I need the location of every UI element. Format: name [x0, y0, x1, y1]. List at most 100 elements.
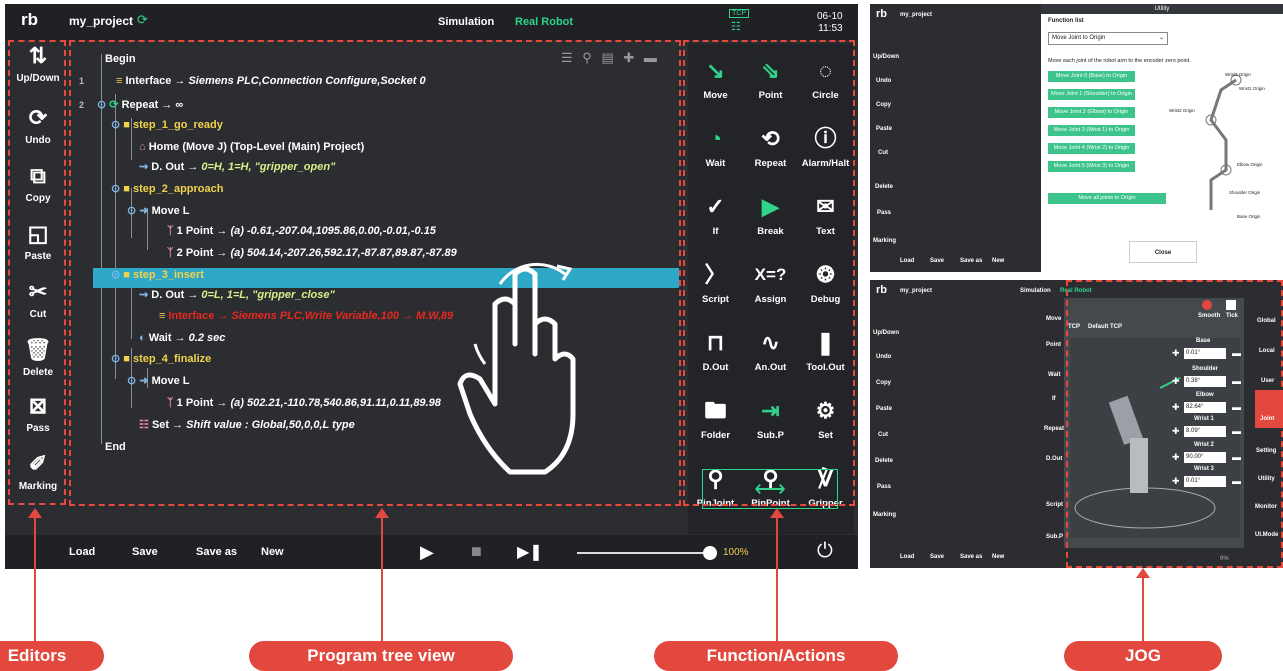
save-label: Save: [930, 554, 945, 560]
utility-dialog: Utility Function list Move Joint to Orig…: [1041, 4, 1283, 272]
date-label: 06-10: [817, 11, 843, 22]
side-label: Up/Down: [873, 330, 899, 336]
save-label: Save: [930, 258, 945, 264]
save-as-button[interactable]: Save as: [196, 546, 237, 558]
close-button[interactable]: Close: [1129, 241, 1197, 263]
speed-slider-knob[interactable]: [703, 546, 717, 560]
jog-arrow: [1136, 568, 1150, 578]
new-label: New: [992, 258, 1005, 264]
new-label: New: [992, 554, 1005, 560]
tree-connector: [381, 518, 383, 642]
tab-real-robot[interactable]: Real Robot: [515, 16, 573, 28]
tab-simulation[interactable]: Simulation: [1020, 288, 1051, 294]
rb-logo: rb: [21, 10, 38, 29]
side-label: Pass: [877, 484, 892, 490]
jog-connector: [1142, 578, 1144, 642]
step-icon[interactable]: ▶❚: [517, 542, 543, 562]
load-button[interactable]: Load: [69, 546, 95, 558]
side-label: Paste: [876, 126, 893, 132]
joint0-origin-button[interactable]: Move Joint 0 (Base) to Origin: [1048, 71, 1135, 82]
project-name: my_project: [900, 12, 933, 18]
side-label: Copy: [876, 102, 891, 108]
joint2-origin-button[interactable]: Move Joint 2 (Elbow) to Origin: [1048, 107, 1135, 118]
saveas-label: Save as: [960, 554, 983, 560]
side-label: Cut: [878, 150, 888, 156]
fn-label: Point: [1046, 342, 1061, 348]
fn-label: Sub.P: [1046, 534, 1064, 540]
diagram-label: Shoulder Origin: [1229, 190, 1261, 195]
fn-label: Repeat: [1044, 426, 1065, 432]
utility-title-bar: Utility: [1041, 4, 1283, 14]
fn-label: If: [1052, 396, 1056, 402]
side-label: Delete: [875, 184, 894, 190]
joint1-origin-button[interactable]: Move Joint 1 (Shoulder) to Origin: [1048, 89, 1135, 100]
fn-label: Script: [1046, 502, 1064, 508]
diagram-label: Elbow Origin: [1237, 162, 1263, 167]
diagram-label: Base Origin: [1237, 214, 1261, 219]
chevron-down-icon: ⌄: [1158, 35, 1164, 41]
tree-arrow: [375, 508, 389, 518]
selected-option: Move Joint to Origin: [1052, 35, 1106, 41]
tcp-badge[interactable]: TCP: [729, 9, 749, 18]
utility-description: Move each joint of the robot arm to the …: [1048, 58, 1191, 64]
power-icon[interactable]: ⏻: [817, 540, 833, 563]
editors-highlight-frame: [8, 40, 66, 505]
side-label: Undo: [876, 354, 892, 360]
save-button[interactable]: Save: [132, 546, 158, 558]
rb-logo: rb: [876, 284, 887, 296]
function-list-label: Function list: [1048, 18, 1084, 24]
saveas-label: Save as: [960, 258, 983, 264]
functions-highlight-frame: [683, 40, 855, 506]
side-label: Delete: [875, 458, 894, 464]
functions-arrow: [770, 508, 784, 518]
side-label: Marking: [873, 512, 897, 518]
editors-callout: Editors: [0, 641, 104, 671]
time-label: 11:53: [818, 23, 843, 34]
bottom-bar: Load Save Save as New ▶ ■ ▶❚ 100% ⏻: [5, 535, 858, 569]
tcp-tree-icon: ☷: [731, 21, 741, 33]
project-name: my_project: [900, 288, 933, 294]
utility-screen: rb my_project Up/Down Undo Copy Paste Cu…: [870, 4, 1283, 272]
side-label: Copy: [876, 380, 891, 386]
stop-icon[interactable]: ■: [471, 541, 482, 562]
editors-connector: [34, 518, 36, 642]
diagram-label: Wrist3 Origin: [1225, 72, 1251, 77]
top-bar: rb my_project ⟳ Simulation Real Robot TC…: [5, 4, 858, 40]
rb-logo: rb: [876, 8, 887, 20]
jog-callout: JOG: [1064, 641, 1222, 671]
function-select[interactable]: Move Joint to Origin ⌄: [1048, 32, 1168, 45]
jog-highlight-frame: [1066, 280, 1283, 568]
date-time: 06-10 11:53: [817, 11, 843, 35]
diagram-label: Wrist2 Origin: [1169, 108, 1195, 113]
speed-slider-track[interactable]: [577, 552, 711, 554]
joint5-origin-button[interactable]: Move Joint 5 (Wrist 3) to Origin: [1048, 161, 1135, 172]
fn-label: Move: [1046, 316, 1062, 322]
tab-simulation[interactable]: Simulation: [438, 16, 494, 28]
jog-screen: rb my_project Simulation Real Robot Up/D…: [870, 280, 1283, 568]
load-label: Load: [900, 258, 915, 264]
speed-value: 100%: [723, 547, 749, 558]
all-joints-origin-button[interactable]: Move all joints to Origin: [1048, 193, 1166, 204]
side-label: Up/Down: [873, 54, 899, 60]
fn-label: Wait: [1048, 372, 1061, 378]
tree-callout: Program tree view: [249, 641, 513, 671]
play-icon[interactable]: ▶: [420, 542, 434, 563]
sync-icon[interactable]: ⟳: [137, 12, 148, 28]
joint4-origin-button[interactable]: Move Joint 4 (Wrist 2) to Origin: [1048, 143, 1135, 154]
load-label: Load: [900, 554, 915, 560]
functions-callout: Function/Actions: [654, 641, 898, 671]
side-label: Cut: [878, 432, 888, 438]
diagram-label: Wrist1 Origin: [1239, 86, 1265, 91]
project-name: my_project: [69, 14, 134, 28]
side-label: Pass: [877, 210, 892, 216]
editors-arrow: [28, 508, 42, 518]
fn-label: D.Out: [1046, 456, 1063, 462]
tree-highlight-frame: [69, 40, 681, 506]
joint3-origin-button[interactable]: Move Joint 3 (Wrist 1) to Origin: [1048, 125, 1135, 136]
main-screen: rb my_project ⟳ Simulation Real Robot TC…: [5, 4, 858, 569]
side-label: Marking: [873, 238, 897, 244]
side-label: Paste: [876, 406, 893, 412]
side-label: Undo: [876, 78, 892, 84]
new-button[interactable]: New: [261, 546, 284, 558]
functions-connector: [776, 518, 778, 642]
